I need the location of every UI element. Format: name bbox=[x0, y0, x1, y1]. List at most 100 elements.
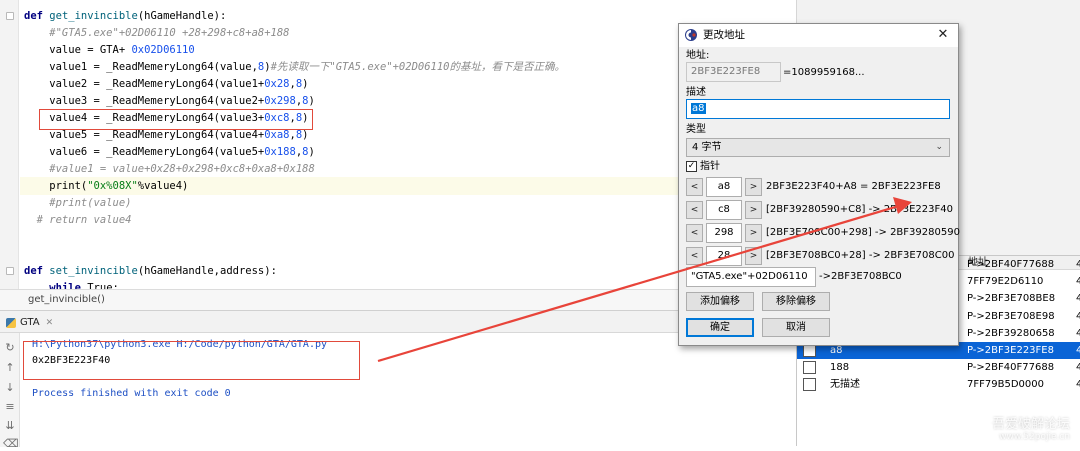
offset-resolution: [2BF3E708BC0+28] -> 2BF3E708C00 bbox=[766, 250, 955, 261]
type-label: 类型 bbox=[686, 124, 706, 135]
row-type: 4 bbox=[1076, 345, 1080, 356]
watermark: 吾爱破解论坛 www.52pojie.cn bbox=[992, 417, 1070, 443]
close-icon[interactable]: ✕ bbox=[934, 26, 952, 44]
offset-increase-button[interactable]: > bbox=[745, 178, 762, 196]
row-address: P->2BF40F77688 bbox=[967, 362, 1055, 374]
pointer-checkbox[interactable]: ✓ bbox=[686, 161, 697, 172]
run-tab-label: GTA bbox=[20, 317, 40, 328]
code-token: value1 = _ReadMemeryLong64(value, bbox=[24, 61, 258, 73]
code-line: value6 = _ReadMemeryLong64(value5+0x188,… bbox=[24, 144, 315, 161]
base-address-input[interactable]: "GTA5.exe"+02D06110 bbox=[686, 267, 816, 287]
close-icon[interactable]: ✕ bbox=[46, 318, 54, 328]
code-token: value2 = _ReadMemeryLong64(value1+ bbox=[24, 78, 265, 90]
active-checkbox[interactable] bbox=[803, 361, 816, 375]
active-checkbox[interactable] bbox=[803, 378, 816, 392]
offset-input[interactable]: a8 bbox=[706, 177, 742, 197]
offset-decrease-button[interactable]: < bbox=[686, 178, 703, 196]
fold-icon[interactable] bbox=[6, 12, 14, 20]
table-row[interactable]: 无描述 7FF79B5D0000 4 bbox=[797, 376, 1080, 393]
code-token: value = GTA+ bbox=[24, 44, 132, 56]
annotation-box-output bbox=[23, 341, 360, 380]
chevron-down-icon: ⌄ bbox=[935, 142, 943, 152]
row-type: 4 bbox=[1076, 259, 1080, 270]
code-token: 0x188 bbox=[264, 146, 296, 158]
run-toolbar: ↻ ↑ ↓ ≡ ⇊ ⌫ bbox=[0, 333, 20, 450]
address-input[interactable]: 2BF3E223FE8 bbox=[686, 62, 781, 82]
description-input[interactable]: a8 bbox=[686, 99, 950, 119]
code-token: True: bbox=[87, 282, 119, 289]
row-type: 4 bbox=[1076, 276, 1080, 288]
offset-input[interactable]: 298 bbox=[706, 223, 742, 243]
code-token: 0x298 bbox=[264, 95, 296, 107]
code-token: #value1 = value+0x28+0x298+0xc8+0xa8+0x1… bbox=[24, 163, 315, 175]
row-address: P->2BF40F77688 bbox=[967, 259, 1055, 270]
type-select-value: 4 字节 bbox=[692, 142, 722, 153]
description-value: a8 bbox=[691, 103, 706, 114]
fold-icon[interactable] bbox=[6, 267, 14, 275]
description-label: 描述 bbox=[686, 87, 706, 98]
code-token: while bbox=[49, 282, 88, 289]
offset-resolution: [2BF3E708C00+298] -> 2BF39280590 bbox=[766, 227, 960, 238]
offset-input[interactable]: c8 bbox=[706, 200, 742, 220]
breadcrumb[interactable]: get_invincible() bbox=[0, 289, 796, 310]
code-token: value6 = _ReadMemeryLong64(value5+ bbox=[24, 146, 265, 158]
pointer-label: 指针 bbox=[700, 161, 720, 172]
code-token: get_invincible bbox=[49, 10, 138, 22]
code-line: print("0x%08X"%value4) bbox=[24, 178, 188, 195]
code-token: #"GTA5.exe"+02D06110 +28+298+c8+a8+188 bbox=[24, 27, 290, 39]
editor-gutter bbox=[0, 0, 19, 289]
offset-increase-button[interactable]: > bbox=[745, 247, 762, 265]
offset-decrease-button[interactable]: < bbox=[686, 224, 703, 242]
sort-icon[interactable]: ⇊ bbox=[3, 419, 17, 433]
code-line: while True: bbox=[24, 280, 119, 289]
add-offset-button[interactable]: 添加偏移 bbox=[686, 292, 754, 311]
run-panel: GTA ✕ ↻ ↑ ↓ ≡ ⇊ ⌫ H:\Python37\python3.exe… bbox=[0, 310, 796, 450]
soft-wrap-icon[interactable]: ≡ bbox=[3, 400, 17, 414]
row-type: 4 bbox=[1076, 362, 1080, 374]
arrow-up-icon[interactable]: ↑ bbox=[3, 361, 17, 375]
row-type: 4 bbox=[1076, 293, 1080, 305]
code-line: def set_invincible(hGameHandle,address): bbox=[24, 263, 277, 280]
row-address: 7FF79E2D6110 bbox=[967, 276, 1044, 288]
type-select[interactable]: 4 字节 ⌄ bbox=[686, 138, 950, 157]
row-type: 4 bbox=[1076, 379, 1080, 391]
dialog-title: 更改地址 bbox=[703, 29, 745, 41]
offset-input[interactable]: 28 bbox=[706, 246, 742, 266]
code-token: ) bbox=[302, 78, 309, 90]
arrow-down-icon[interactable]: ↓ bbox=[3, 381, 17, 395]
row-description: 无描述 bbox=[830, 379, 860, 391]
run-tab-bar: GTA ✕ bbox=[0, 311, 796, 333]
row-description: 188 bbox=[830, 362, 850, 374]
watermark-url: www.52pojie.cn bbox=[999, 432, 1070, 442]
dialog-titlebar[interactable]: 更改地址 ✕ bbox=[679, 24, 958, 47]
change-address-dialog: 更改地址 ✕ 地址: 2BF3E223FE8 =1089959168... 描述… bbox=[678, 23, 960, 346]
code-line: # return value4 bbox=[24, 212, 132, 229]
cancel-button[interactable]: 取消 bbox=[762, 318, 830, 337]
offset-increase-button[interactable]: > bbox=[745, 224, 762, 242]
offset-increase-button[interactable]: > bbox=[745, 201, 762, 219]
offset-decrease-button[interactable]: < bbox=[686, 247, 703, 265]
watermark-text: 吾爱破解论坛 bbox=[991, 417, 1070, 432]
ok-button[interactable]: 确定 bbox=[686, 318, 754, 337]
code-token: 0x02D06110 bbox=[131, 44, 195, 56]
row-address: 7FF79B5D0000 bbox=[967, 379, 1044, 391]
cheat-engine-icon bbox=[685, 29, 697, 41]
code-token: set_invincible bbox=[49, 265, 138, 277]
offset-decrease-button[interactable]: < bbox=[686, 201, 703, 219]
python-icon bbox=[6, 318, 16, 328]
run-tab-gta[interactable]: GTA ✕ bbox=[6, 314, 53, 331]
trash-icon[interactable]: ⌫ bbox=[3, 437, 19, 451]
remove-offset-button[interactable]: 移除偏移 bbox=[762, 292, 830, 311]
table-row[interactable]: 188 P->2BF40F77688 4 bbox=[797, 359, 1080, 376]
code-editor[interactable]: def get_invincible(hGameHandle): #"GTA5.… bbox=[0, 0, 796, 289]
code-line: value1 = _ReadMemeryLong64(value,8)#先读取一… bbox=[24, 59, 565, 76]
rerun-icon[interactable]: ↻ bbox=[3, 341, 17, 355]
row-type: 4 bbox=[1076, 310, 1080, 322]
code-token: value3 = _ReadMemeryLong64(value2+ bbox=[24, 95, 265, 107]
row-address: P->2BF39280658 bbox=[967, 327, 1055, 339]
code-token: #先读取一下"GTA5.exe"+02D06110的基址，看下是否正确。 bbox=[270, 61, 565, 73]
code-line: value = GTA+ 0x02D06110 bbox=[24, 42, 195, 59]
code-token: (hGameHandle): bbox=[137, 10, 227, 22]
code-line: value3 = _ReadMemeryLong64(value2+0x298,… bbox=[24, 93, 315, 110]
